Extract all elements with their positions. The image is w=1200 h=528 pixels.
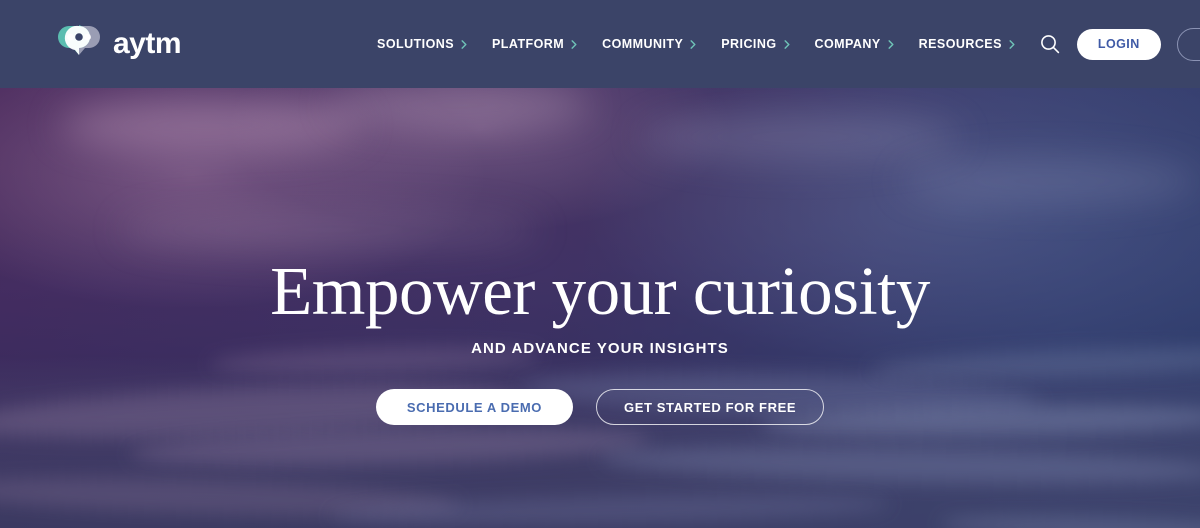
schedule-demo-button[interactable]: SCHEDULE A DEMO bbox=[375, 389, 574, 425]
get-started-button[interactable]: GET STARTED bbox=[1176, 27, 1200, 61]
get-started-free-button[interactable]: GET STARTED FOR FREE bbox=[596, 389, 825, 425]
chevron-right-icon bbox=[888, 39, 894, 49]
nav-item-resources[interactable]: RESOURCES bbox=[919, 37, 1015, 51]
nav-item-label: COMPANY bbox=[814, 37, 881, 51]
hero-cta-group: SCHEDULE A DEMO GET STARTED FOR FREE bbox=[375, 389, 825, 425]
nav-item-community[interactable]: COMMUNITY bbox=[602, 37, 696, 51]
nav-item-platform[interactable]: PLATFORM bbox=[492, 37, 577, 51]
nav-item-solutions[interactable]: SOLUTIONS bbox=[377, 37, 467, 51]
landing-page: aytm SOLUTIONS PLATFORM COMMUNITY PRICIN… bbox=[0, 0, 1200, 528]
nav-item-pricing[interactable]: PRICING bbox=[721, 37, 790, 51]
main-navigation: SOLUTIONS PLATFORM COMMUNITY PRICING COM… bbox=[377, 37, 1015, 51]
chevron-right-icon bbox=[690, 39, 696, 49]
site-header: aytm SOLUTIONS PLATFORM COMMUNITY PRICIN… bbox=[0, 0, 1200, 88]
chevron-right-icon bbox=[783, 39, 790, 49]
nav-item-label: PRICING bbox=[721, 37, 777, 51]
login-button[interactable]: LOGIN bbox=[1076, 28, 1161, 60]
search-icon bbox=[1040, 35, 1060, 54]
logo-wordmark: aytm bbox=[113, 27, 182, 60]
nav-item-label: RESOURCES bbox=[918, 37, 1002, 51]
nav-item-label: SOLUTIONS bbox=[377, 37, 455, 51]
aytm-logo-icon bbox=[58, 25, 100, 55]
hero-subtitle: AND ADVANCE YOUR INSIGHTS bbox=[471, 340, 729, 357]
nav-item-label: PLATFORM bbox=[492, 37, 565, 51]
chevron-right-icon bbox=[1009, 39, 1015, 49]
hero-content: Empower your curiosity AND ADVANCE YOUR … bbox=[0, 88, 1200, 528]
chevron-right-icon bbox=[571, 39, 577, 49]
nav-item-label: COMMUNITY bbox=[602, 37, 684, 51]
nav-item-company[interactable]: COMPANY bbox=[815, 37, 894, 51]
hero-title: Empower your curiosity bbox=[270, 253, 930, 329]
logo-link[interactable]: aytm bbox=[54, 23, 182, 65]
search-button[interactable] bbox=[1039, 31, 1061, 57]
header-actions: LOGIN GET STARTED LIVE CHAT bbox=[1039, 23, 1200, 65]
hero-section: Empower your curiosity AND ADVANCE YOUR … bbox=[0, 88, 1200, 528]
chevron-right-icon bbox=[461, 39, 467, 49]
